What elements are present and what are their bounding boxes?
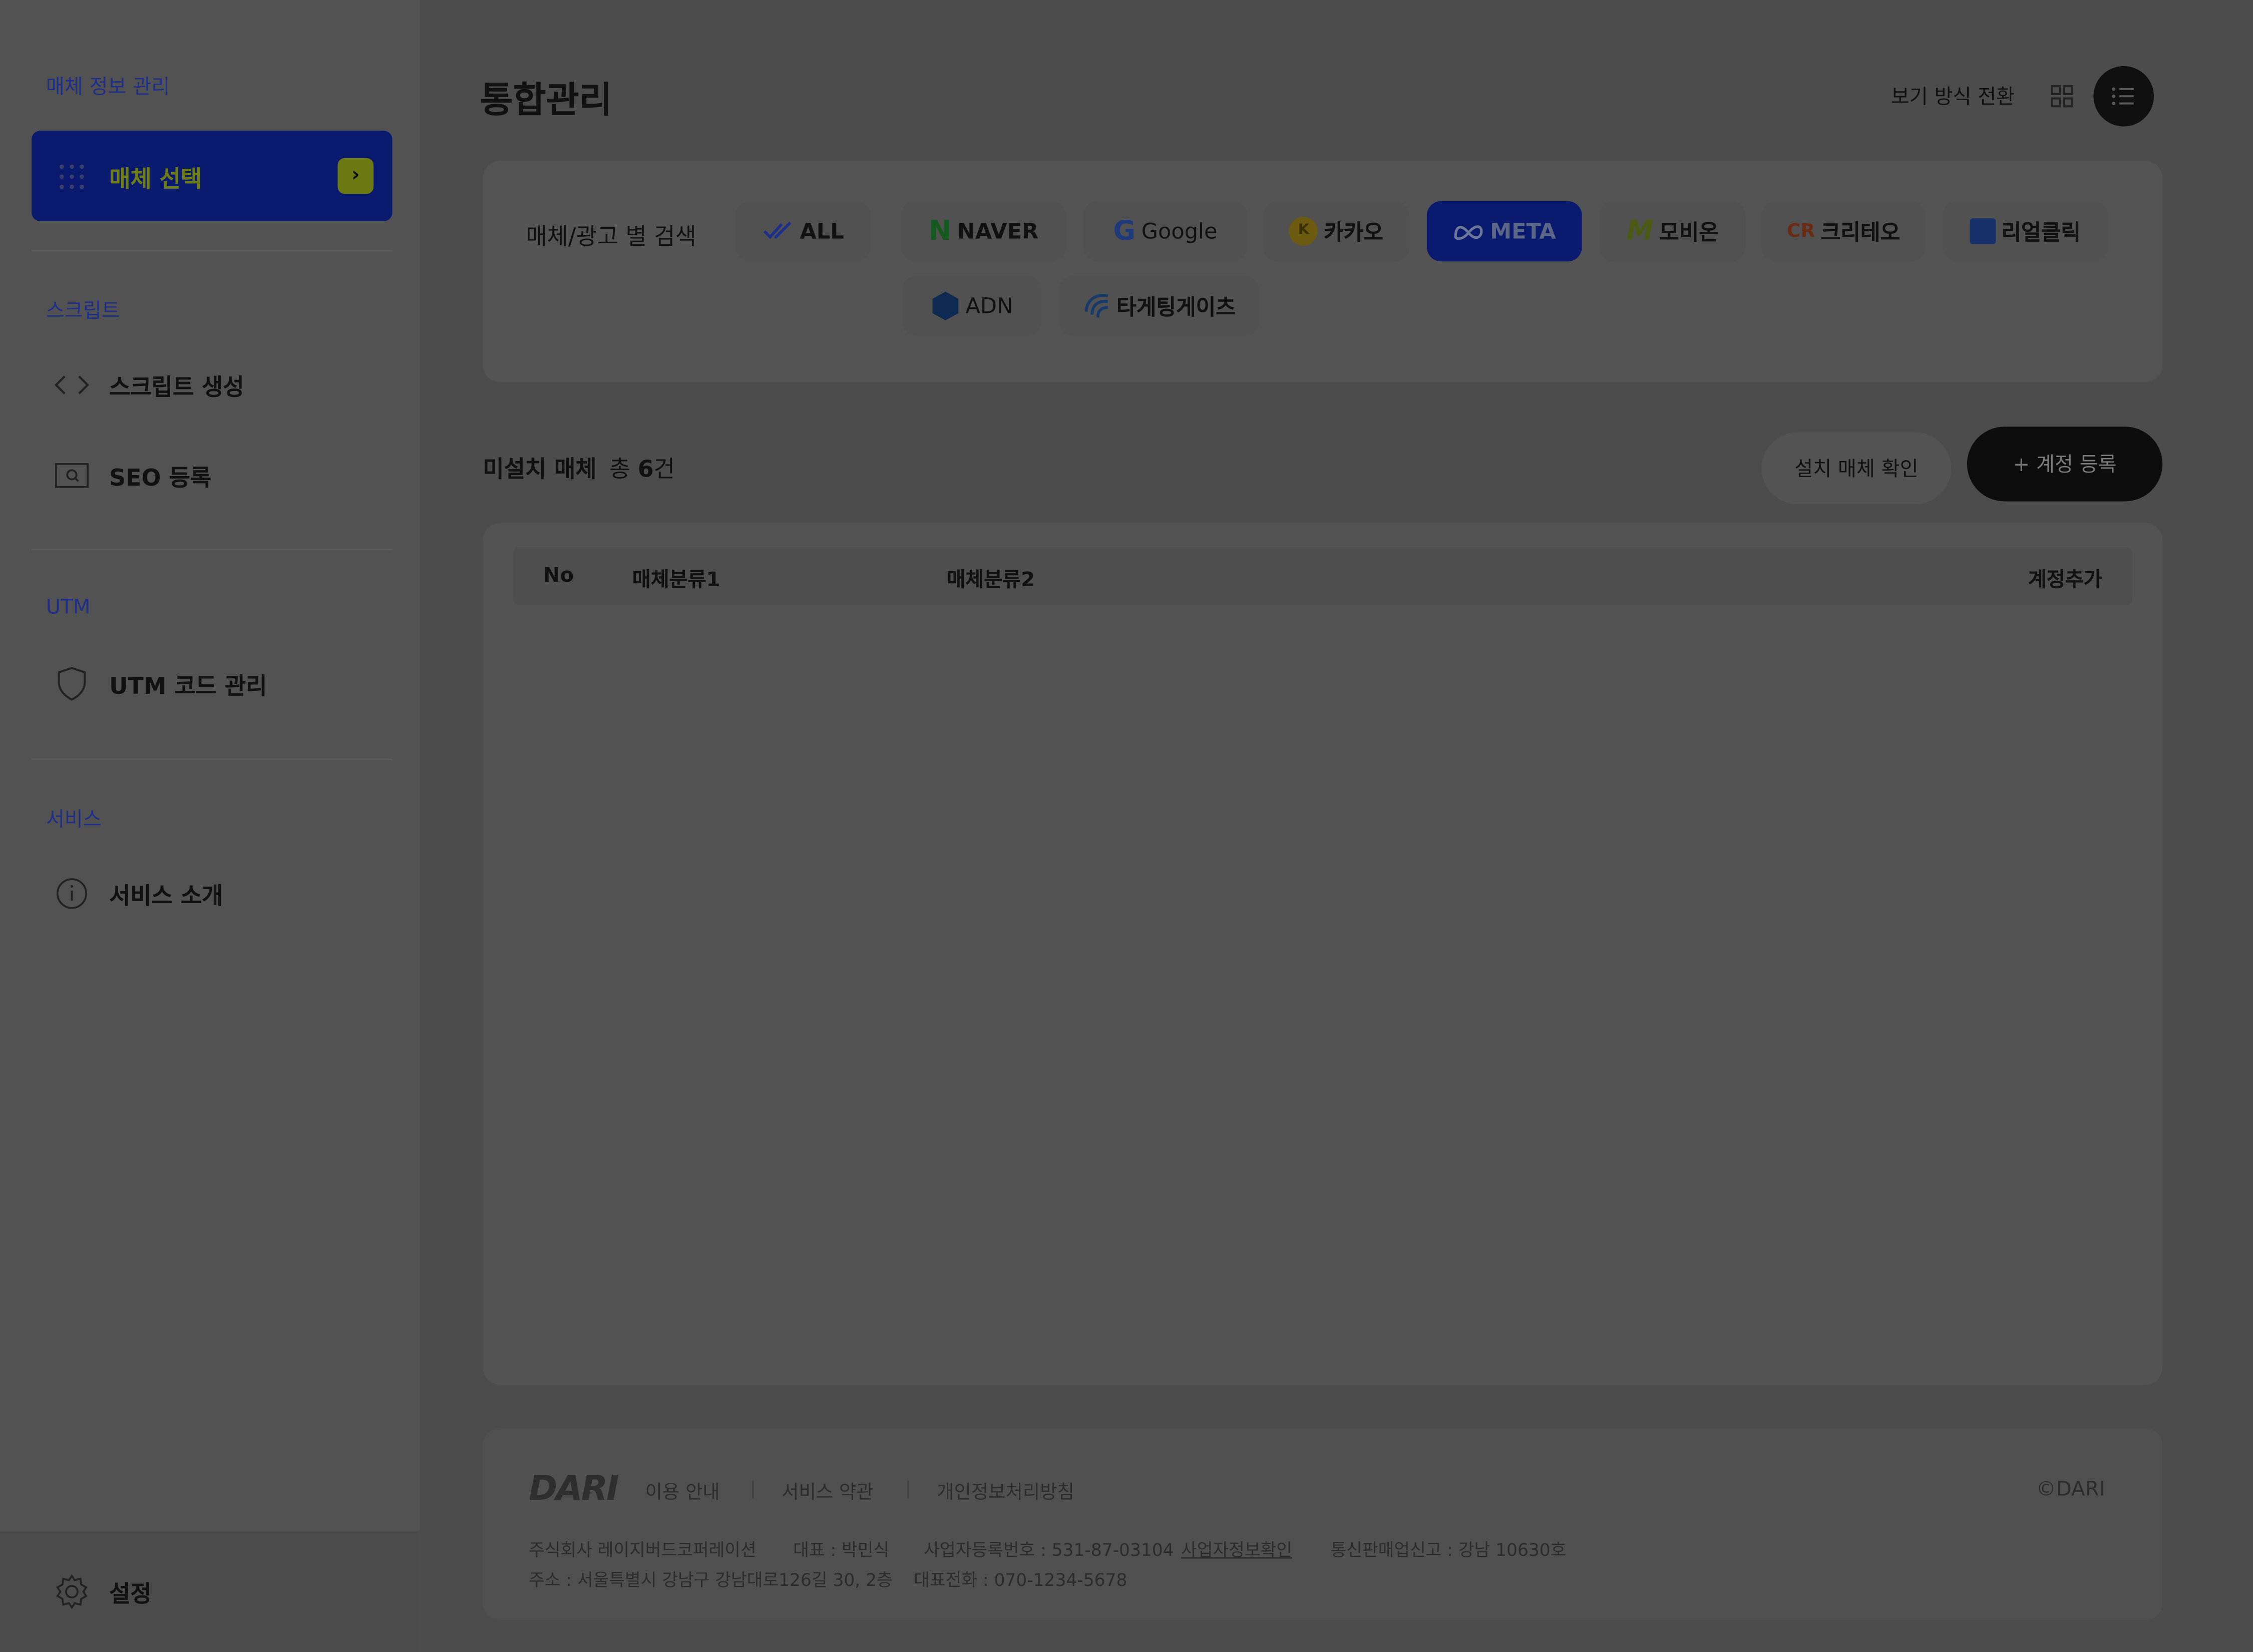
- chip-label: Google: [1141, 218, 1218, 244]
- column-header-category1: 매체분류1: [632, 569, 720, 592]
- footer-separator: |: [905, 1478, 911, 1498]
- app-screen: 매체 정보 관리 매체 선택 › 스크립트 스크립트 생성 SEO 등록 UTM: [0, 0, 2253, 1652]
- add-account-button[interactable]: + 계정 등록: [1967, 427, 2163, 502]
- chip-label: META: [1490, 218, 1556, 244]
- table-header: No 매체분류1 매체분류2 계정추가: [513, 547, 2132, 605]
- list-title: 미설치 매체: [483, 455, 597, 483]
- chip-label: ADN: [965, 293, 1013, 319]
- double-check-icon: [763, 221, 791, 239]
- column-header-category2: 매체분류2: [947, 569, 1035, 592]
- sidebar-item-utm[interactable]: UTM 코드 관리: [52, 662, 267, 705]
- footer-ecommerce: 통신판매업신고 : 강남 10630호: [1330, 1540, 1567, 1560]
- chip-label: 크리테오: [1820, 219, 1901, 245]
- mobion-logo-icon: M: [1626, 215, 1654, 247]
- footer-biz-no: 사업자등록번호 : 531-87-03104: [924, 1540, 1174, 1560]
- table-card: [483, 523, 2163, 1385]
- column-header-add-account: 계정추가: [2028, 569, 2102, 592]
- grid-view-icon[interactable]: [2046, 81, 2078, 112]
- sidebar-item-script-create[interactable]: 스크립트 생성: [52, 363, 244, 406]
- chip-label: NAVER: [957, 218, 1039, 244]
- grid-dots-icon: [60, 164, 84, 189]
- divider: [32, 250, 393, 252]
- sidebar-item-seo[interactable]: SEO 등록: [52, 454, 211, 497]
- chip-label: 리얼클릭: [2001, 219, 2081, 245]
- biz-check-label: 사업자정보확인: [1181, 1540, 1292, 1560]
- chip-realclick[interactable]: 리얼클릭: [1943, 201, 2108, 262]
- info-icon: [52, 878, 92, 909]
- sidebar-item-service-intro[interactable]: 서비스 소개: [52, 872, 223, 915]
- divider: [32, 758, 393, 760]
- footer-copyright: ©DARI: [2036, 1478, 2105, 1501]
- section-label-service: 서비스: [46, 808, 102, 832]
- chip-label: 카카오: [1324, 219, 1383, 245]
- google-logo-icon: G: [1113, 215, 1136, 247]
- gear-icon: [52, 1574, 92, 1609]
- targetinggates-logo-icon: [1085, 294, 1108, 318]
- filter-label: 매체/광고 별 검색: [526, 222, 696, 250]
- count-value: 6: [637, 455, 654, 483]
- chip-label: 모비온: [1659, 219, 1719, 245]
- section-label-utm: UTM: [46, 596, 91, 619]
- list-view-button[interactable]: [2093, 66, 2154, 127]
- naver-logo-icon: N: [928, 215, 952, 247]
- footer-logo: DARI: [529, 1468, 619, 1509]
- footer-separator: |: [750, 1478, 756, 1498]
- chip-naver[interactable]: N NAVER: [901, 201, 1066, 262]
- footer-phone: 대표전화 : 070-1234-5678: [914, 1570, 1128, 1590]
- footer-link-privacy[interactable]: 개인정보처리방침: [937, 1477, 1074, 1504]
- chip-label: 타게팅게이츠: [1116, 293, 1236, 320]
- chip-all[interactable]: ALL: [735, 201, 871, 262]
- kakao-logo-icon: K: [1289, 217, 1318, 246]
- sidebar-item-settings[interactable]: 설정: [52, 1570, 152, 1613]
- search-box-icon: [52, 460, 92, 491]
- sidebar-item-label: 스크립트 생성: [109, 373, 244, 401]
- chip-kakao[interactable]: K 카카오: [1263, 201, 1410, 262]
- code-icon: [52, 369, 92, 400]
- page-title: 통합관리: [480, 79, 612, 121]
- chevron-right-icon: ›: [337, 158, 374, 194]
- footer-company: 주식회사 레이지버드코퍼레이션: [529, 1540, 757, 1560]
- count-prefix: 총: [609, 455, 638, 483]
- footer-link-terms[interactable]: 서비스 약관: [782, 1477, 873, 1504]
- chip-google[interactable]: G Google: [1083, 201, 1248, 262]
- realclick-logo-icon: [1970, 218, 1996, 244]
- chip-meta[interactable]: META: [1426, 201, 1582, 262]
- chip-criteo[interactable]: CR 크리테오: [1761, 201, 1926, 262]
- divider: [32, 549, 393, 551]
- meta-logo-icon: [1454, 225, 1483, 240]
- footer-address: 주소 : 서울특별시 강남구 강남대로126길 30, 2층: [529, 1570, 893, 1590]
- chip-adn[interactable]: ADN: [902, 275, 1042, 336]
- footer-link-guide[interactable]: 이용 안내: [645, 1477, 720, 1504]
- criteo-logo-icon: CR: [1787, 220, 1815, 242]
- list-icon: [2112, 87, 2134, 106]
- filter-card: [483, 161, 2163, 382]
- column-header-no: No: [543, 564, 574, 588]
- media-select-label: 매체 선택: [109, 165, 202, 193]
- view-toggle-label: 보기 방식 전환: [1891, 86, 2015, 110]
- chip-label: ALL: [800, 218, 844, 244]
- chip-targetinggates[interactable]: 타게팅게이츠: [1059, 275, 1259, 336]
- list-count: 총 6건: [609, 450, 675, 484]
- shield-icon: [52, 667, 92, 701]
- check-installed-button[interactable]: 설치 매체 확인: [1761, 432, 1952, 505]
- section-label-media: 매체 정보 관리: [46, 76, 170, 100]
- sidebar-item-label: 서비스 소개: [109, 882, 223, 910]
- sidebar-item-label: 설정: [109, 1580, 152, 1608]
- chip-mobion[interactable]: M 모비온: [1599, 201, 1746, 262]
- sidebar-item-label: SEO 등록: [109, 464, 212, 492]
- count-suffix: 건: [653, 455, 675, 483]
- adn-logo-icon: [932, 291, 959, 320]
- media-select-button[interactable]: 매체 선택 ›: [32, 131, 393, 221]
- footer-biz-check-link[interactable]: 사업자정보확인: [1181, 1537, 1292, 1561]
- footer-ceo: 대표 : 박민식: [793, 1540, 890, 1560]
- section-label-script: 스크립트: [46, 300, 120, 323]
- sidebar-item-label: UTM 코드 관리: [109, 672, 267, 700]
